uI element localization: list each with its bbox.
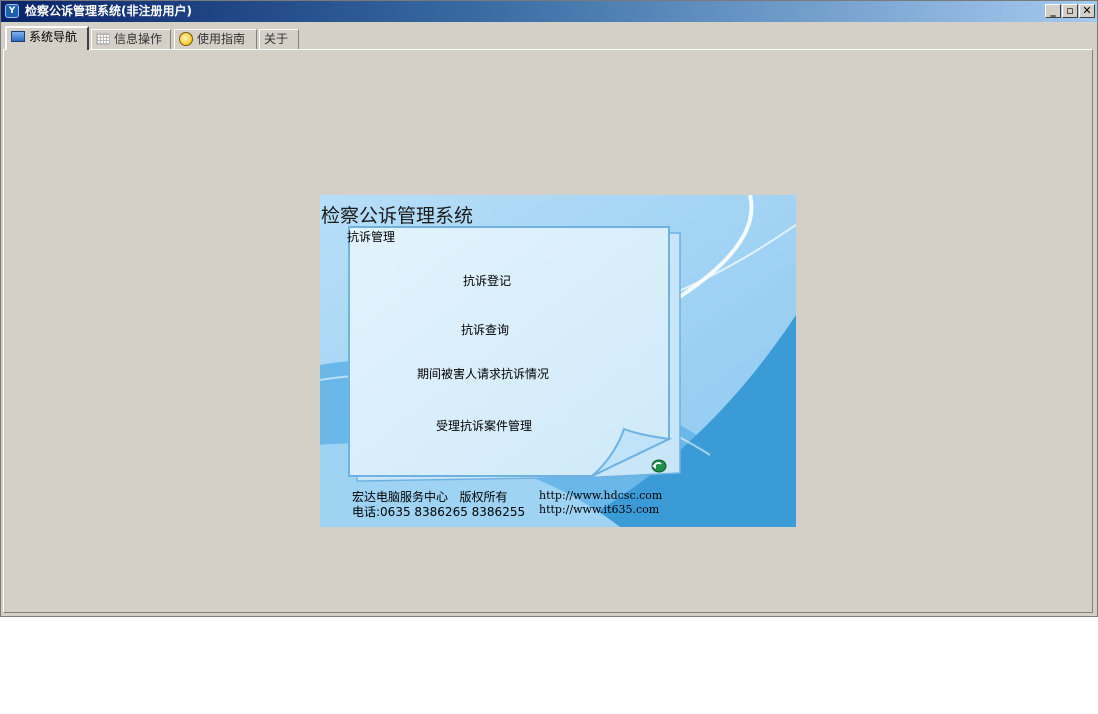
tab-label: 关于	[264, 32, 289, 46]
app-logo-icon: Y	[5, 4, 19, 18]
protest-query-link[interactable]: 抗诉查询	[461, 323, 509, 337]
close-button[interactable]: ✕	[1079, 4, 1095, 18]
protest-registration-link[interactable]: 抗诉登记	[463, 274, 511, 288]
tab-strip: 系统导航 信息操作 使用指南 关于	[3, 26, 1095, 50]
return-arrow-icon[interactable]	[648, 457, 668, 473]
tab-label: 使用指南	[197, 32, 246, 46]
tab-user-guide[interactable]: 使用指南	[174, 29, 257, 50]
tab-label: 系统导航	[29, 30, 78, 44]
app-window: Y 检察公诉管理系统(非注册用户) _ ▫ ✕ 系统导航 信息操作 使用指南 关…	[0, 0, 1098, 617]
grid-icon	[96, 32, 110, 45]
restore-button[interactable]: ▫	[1062, 4, 1078, 18]
panel-title: 检察公诉管理系统	[321, 205, 474, 227]
tab-label: 信息操作	[114, 32, 163, 46]
section-title: 抗诉管理	[347, 230, 396, 244]
title-bar[interactable]: Y 检察公诉管理系统(非注册用户) _ ▫ ✕	[1, 1, 1097, 22]
accepted-protest-case-link[interactable]: 受理抗诉案件管理	[436, 419, 532, 433]
tab-about[interactable]: 关于	[259, 29, 299, 50]
panel-background	[320, 195, 796, 527]
victim-protest-request-link[interactable]: 期间被害人请求抗诉情况	[417, 367, 549, 381]
copyright-text: 宏达电脑服务中心 版权所有	[352, 490, 508, 504]
guide-icon	[179, 31, 193, 46]
window-title: 检察公诉管理系统(非注册用户)	[25, 4, 192, 18]
tab-information-operation[interactable]: 信息操作	[91, 29, 171, 50]
website-link-it635[interactable]: http://www.it635.com	[539, 503, 659, 517]
navigation-panel: 检察公诉管理系统 抗诉管理 抗诉登记 抗诉查询 期间被害人请求抗诉情况 受理抗诉…	[320, 195, 796, 527]
phone-text: 电话:0635 8386265 8386255	[352, 505, 526, 519]
minimize-button[interactable]: _	[1045, 4, 1061, 18]
tab-system-navigation[interactable]: 系统导航	[5, 26, 89, 50]
monitor-icon	[11, 31, 25, 42]
website-link-hdcsc[interactable]: http://www.hdcsc.com	[539, 489, 662, 503]
